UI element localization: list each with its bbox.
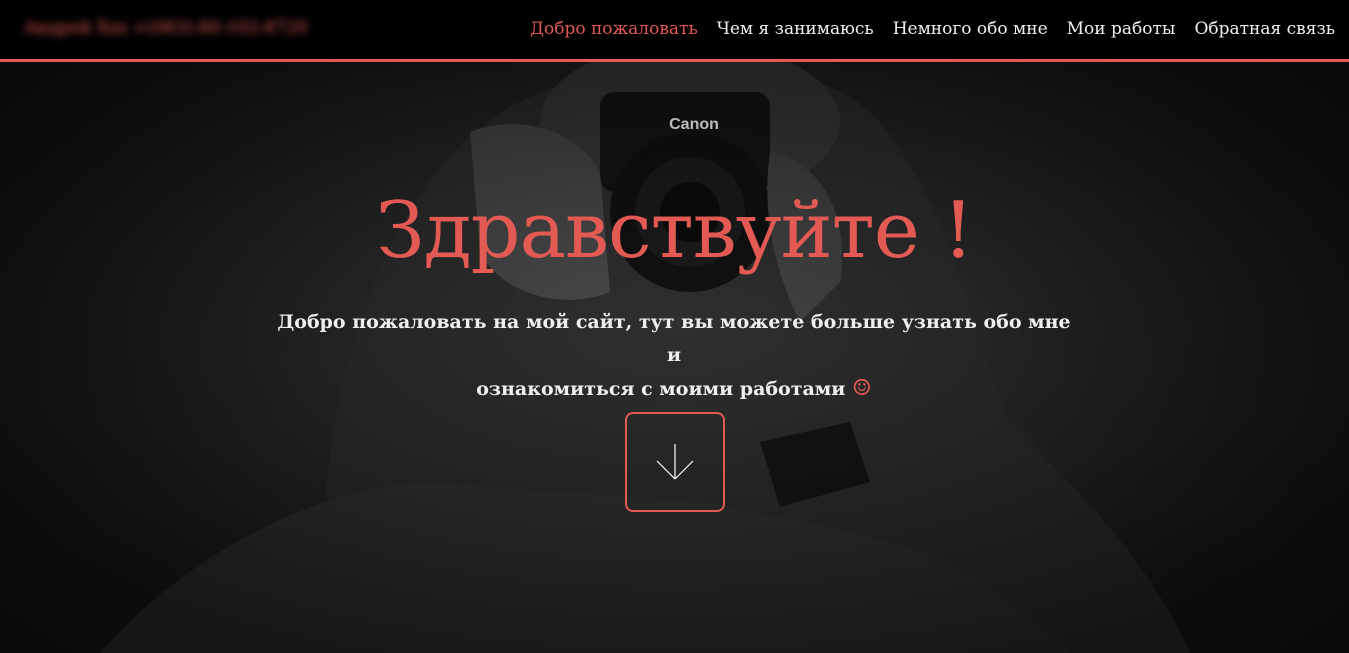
- nav-item-welcome[interactable]: Добро пожаловать: [530, 19, 698, 39]
- hero-subtitle-line2: ознакомиться с моими работами: [476, 378, 846, 400]
- hero-subtitle-line1: Добро пожаловать на мой сайт, тут вы мож…: [277, 311, 1071, 366]
- hero-title: Здравствуйте !: [375, 186, 974, 276]
- nav-item-my-works[interactable]: Мои работы: [1067, 19, 1176, 39]
- scroll-down-button[interactable]: [625, 412, 725, 512]
- camera-brand-label: Canon: [669, 116, 719, 133]
- top-navbar: Андрей Ххх +(063)-60-102-8720 Добро пожа…: [0, 0, 1349, 62]
- smile-icon: ☺: [852, 376, 872, 401]
- site-brand[interactable]: Андрей Ххх +(063)-60-102-8720: [24, 18, 308, 38]
- main-nav: Добро пожаловать Чем я занимаюсь Немного…: [530, 19, 1335, 39]
- hero-subtitle: Добро пожаловать на мой сайт, тут вы мож…: [274, 306, 1074, 406]
- page: Canon Андрей Ххх +(063)-60-102-8720 Добр…: [0, 0, 1349, 653]
- nav-item-what-i-do[interactable]: Чем я занимаюсь: [717, 19, 874, 39]
- nav-item-about-me[interactable]: Немного обо мне: [893, 19, 1048, 39]
- nav-item-feedback[interactable]: Обратная связь: [1194, 19, 1335, 39]
- arrow-down-icon: [656, 444, 694, 480]
